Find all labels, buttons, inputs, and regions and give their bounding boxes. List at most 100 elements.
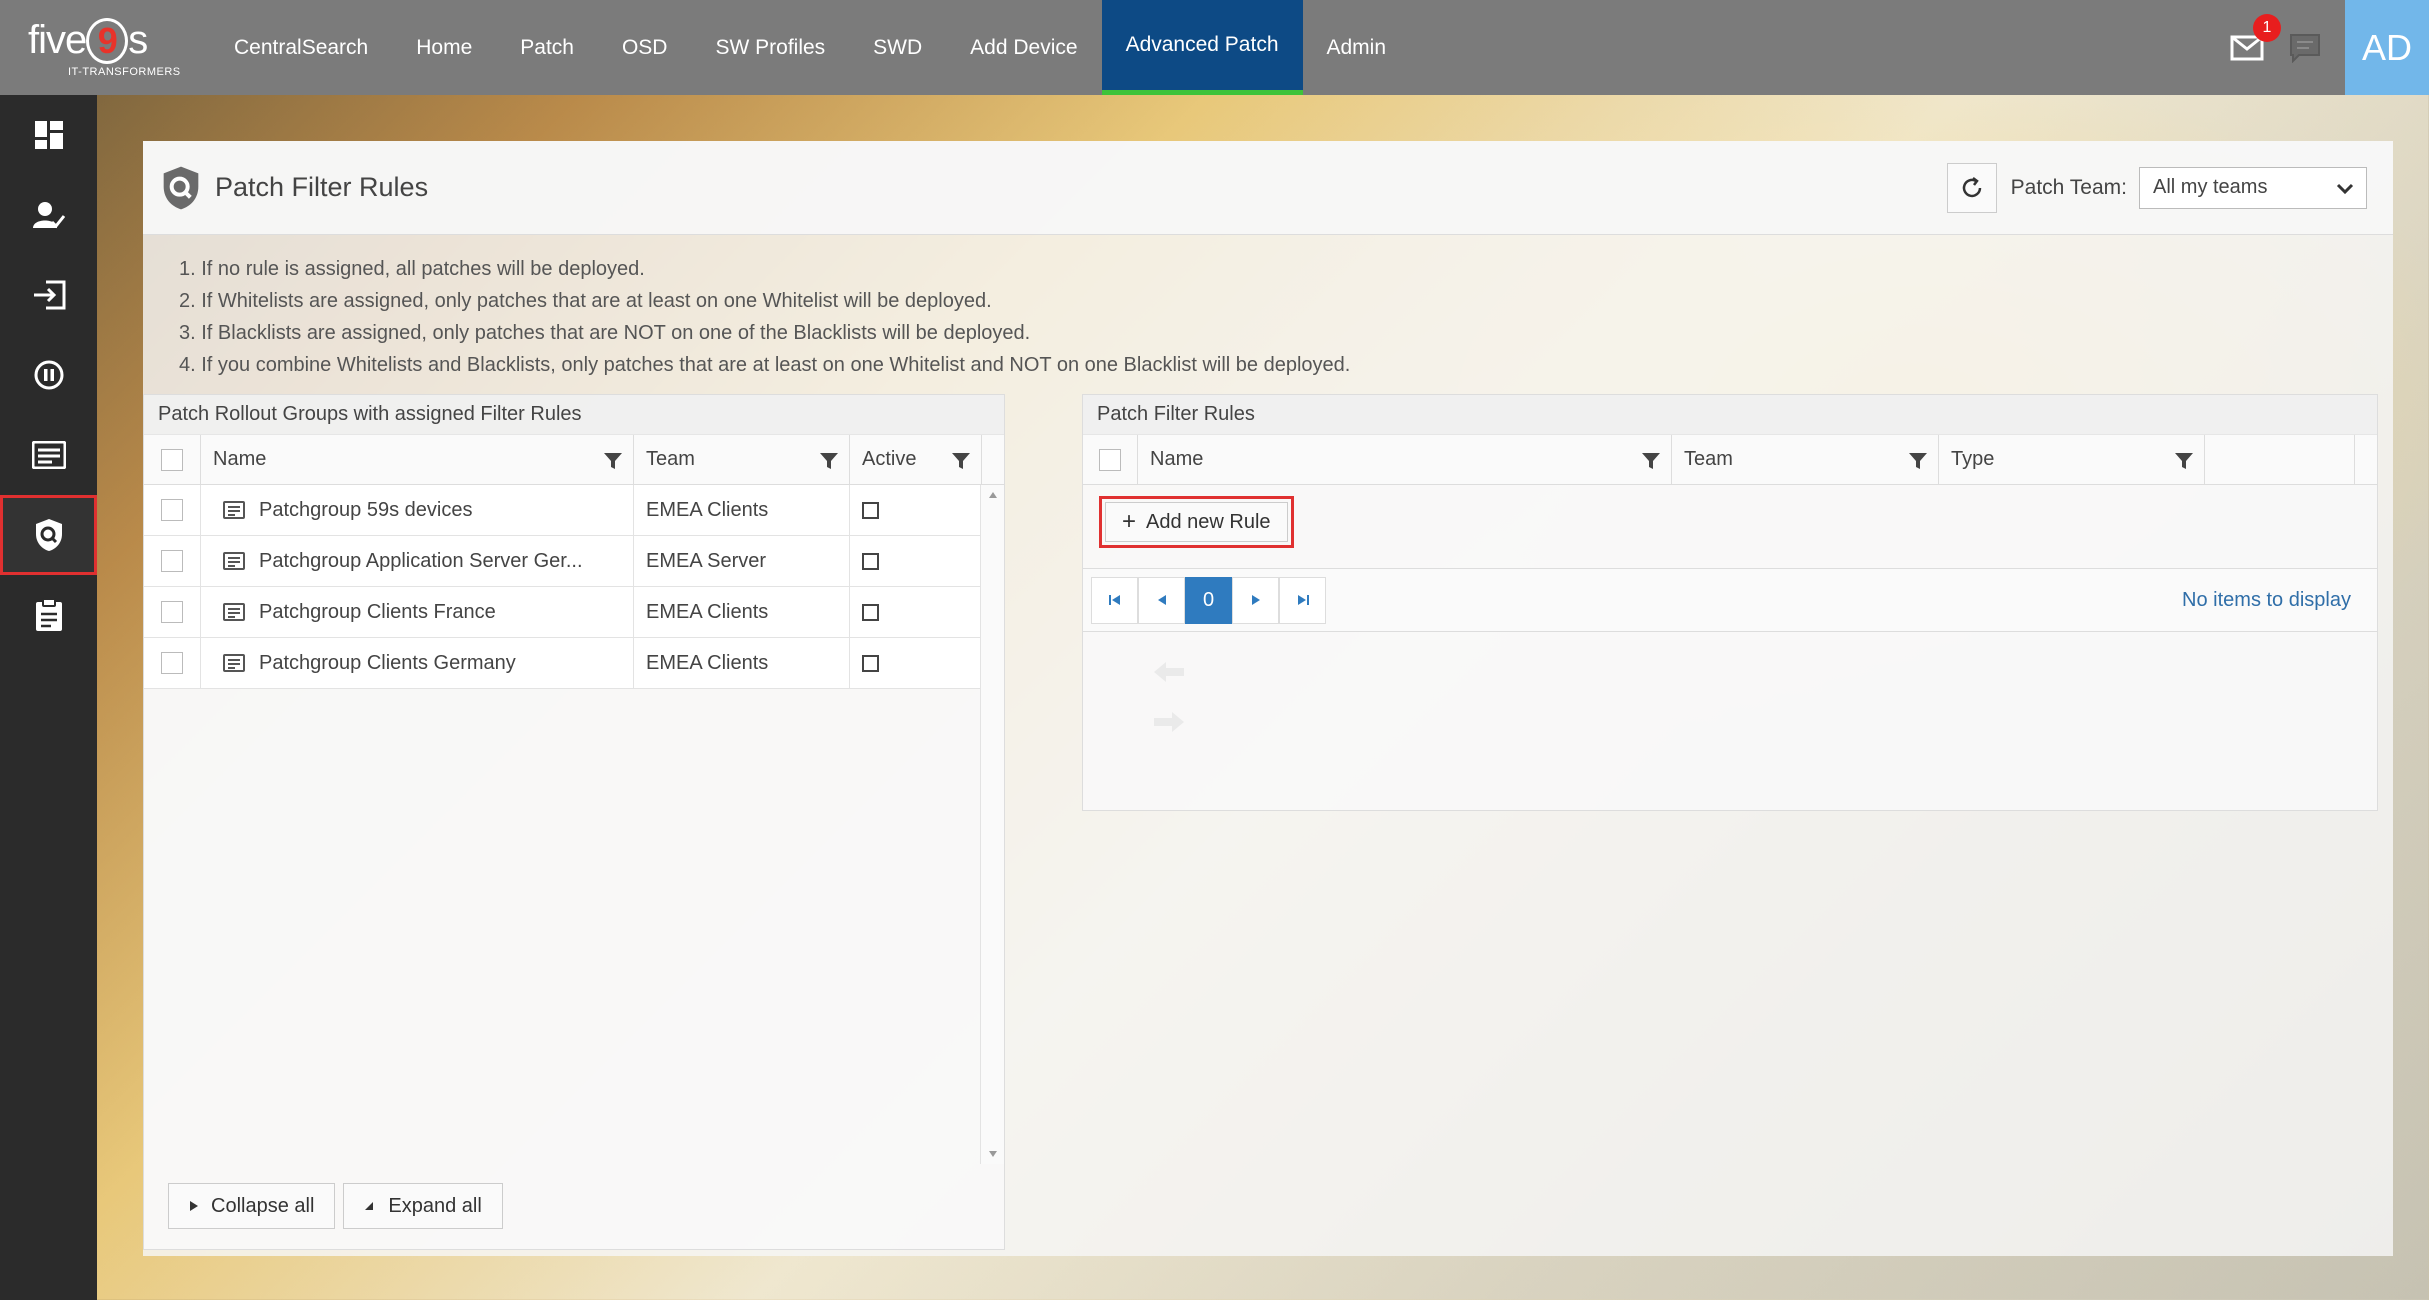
table-row[interactable]: Patchgroup Clients Germany EMEA Clients xyxy=(144,638,981,689)
grid-footer: Collapse all Expand all xyxy=(168,1183,503,1229)
row-checkbox[interactable] xyxy=(161,652,183,674)
patch-team-select[interactable]: All my teams xyxy=(2139,166,2367,209)
previous-page-button[interactable] xyxy=(1138,576,1185,624)
active-checkbox[interactable] xyxy=(862,654,879,672)
column-header-active[interactable]: Active xyxy=(850,435,982,484)
list-icon xyxy=(223,552,245,570)
sidebar-item-dashboard[interactable] xyxy=(0,95,97,175)
row-checkbox[interactable] xyxy=(161,550,183,572)
row-team-cell: EMEA Server xyxy=(634,536,850,586)
nav-item-add-device[interactable]: Add Device xyxy=(946,0,1101,95)
logo[interactable]: five 9 s IT-TRANSFORMERS xyxy=(0,0,200,95)
nav-item-centralsearch[interactable]: CentralSearch xyxy=(210,0,392,95)
logo-wordmark: five 9 s xyxy=(28,17,148,64)
sidebar-item-login[interactable] xyxy=(0,255,97,335)
rollout-groups-grid: Patch Rollout Groups with assigned Filte… xyxy=(143,394,1005,1250)
active-checkbox[interactable] xyxy=(862,552,879,570)
main-panel: Patch Filter Rules Patch Team: All my te… xyxy=(143,141,2393,1256)
clipboard-icon xyxy=(35,598,62,631)
nav-item-advanced-patch[interactable]: Advanced Patch xyxy=(1101,0,1303,95)
current-page[interactable]: 0 xyxy=(1185,576,1232,624)
select-all-checkbox[interactable] xyxy=(161,448,183,471)
nav-item-home[interactable]: Home xyxy=(392,0,496,95)
scroll-down-icon[interactable] xyxy=(988,1150,998,1158)
dashboard-icon xyxy=(34,121,63,149)
page-title: Patch Filter Rules xyxy=(215,172,429,202)
row-team-cell: EMEA Clients xyxy=(634,587,850,637)
caret-right-icon xyxy=(190,1201,198,1211)
mail-button[interactable]: 1 xyxy=(2227,13,2281,68)
shield-search-icon xyxy=(163,166,199,209)
row-active-cell xyxy=(850,587,981,637)
row-checkbox[interactable] xyxy=(161,601,183,623)
patch-filter-rules-grid: Patch Filter Rules Name Team Type + Add … xyxy=(1082,394,2378,811)
collapse-all-button[interactable]: Collapse all xyxy=(168,1183,336,1229)
header-tools: Patch Team: All my teams xyxy=(1946,162,2367,213)
column-header-name[interactable]: Name xyxy=(1138,435,1672,484)
column-header-team[interactable]: Team xyxy=(634,435,850,484)
list-icon xyxy=(223,654,245,672)
first-page-icon xyxy=(1108,595,1120,605)
column-header-actions xyxy=(2205,435,2355,484)
nav-item-sw-profiles[interactable]: SW Profiles xyxy=(691,0,849,95)
filter-icon[interactable] xyxy=(951,451,971,471)
filter-icon[interactable] xyxy=(603,451,623,471)
row-name-cell: Patchgroup 59s devices xyxy=(201,485,634,535)
select-all-cell xyxy=(144,435,201,484)
list-icon xyxy=(223,501,245,519)
column-header-name[interactable]: Name xyxy=(201,435,634,484)
grid-title: Patch Filter Rules xyxy=(1083,395,2377,435)
first-page-button[interactable] xyxy=(1091,576,1138,624)
table-row[interactable]: Patchgroup 59s devices EMEA Clients xyxy=(144,485,981,536)
column-header-type[interactable]: Type xyxy=(1939,435,2205,484)
filter-icon[interactable] xyxy=(1641,451,1661,471)
select-all-checkbox[interactable] xyxy=(1099,448,1121,471)
last-page-button[interactable] xyxy=(1279,576,1326,624)
main-nav: CentralSearch Home Patch OSD SW Profiles… xyxy=(210,0,1410,95)
active-checkbox[interactable] xyxy=(862,603,879,621)
nav-item-swd[interactable]: SWD xyxy=(849,0,946,95)
user-avatar[interactable]: AD xyxy=(2345,0,2429,95)
select-all-cell xyxy=(1083,435,1138,484)
chat-button[interactable] xyxy=(2285,28,2325,68)
refresh-button[interactable] xyxy=(1946,162,1997,213)
chevron-down-icon xyxy=(2336,183,2354,194)
next-page-button[interactable] xyxy=(1232,576,1279,624)
row-select-cell xyxy=(144,536,201,586)
filter-icon[interactable] xyxy=(1908,451,1928,471)
column-header-team[interactable]: Team xyxy=(1672,435,1939,484)
row-active-cell xyxy=(850,485,981,535)
refresh-icon xyxy=(1962,176,1981,197)
vertical-scrollbar[interactable] xyxy=(980,485,1004,1164)
row-select-cell xyxy=(144,485,201,535)
sidebar xyxy=(0,95,97,1300)
patch-team-label: Patch Team: xyxy=(2010,175,2127,199)
sidebar-item-list[interactable] xyxy=(0,415,97,495)
scroll-up-icon[interactable] xyxy=(988,491,998,499)
nav-item-admin[interactable]: Admin xyxy=(1303,0,1411,95)
filter-icon[interactable] xyxy=(2174,451,2194,471)
active-checkbox[interactable] xyxy=(862,501,879,519)
nav-item-osd[interactable]: OSD xyxy=(598,0,692,95)
sidebar-item-user-check[interactable] xyxy=(0,175,97,255)
sidebar-item-patch-filter-rules[interactable] xyxy=(0,495,97,575)
row-name-cell: Patchgroup Application Server Ger... xyxy=(201,536,634,586)
logo-tagline: IT-TRANSFORMERS xyxy=(68,65,181,78)
add-new-rule-button[interactable]: + Add new Rule xyxy=(1105,502,1288,542)
sidebar-item-clipboard[interactable] xyxy=(0,575,97,655)
table-row[interactable]: Patchgroup Clients France EMEA Clients xyxy=(144,587,981,638)
row-select-cell xyxy=(144,587,201,637)
shield-search-icon xyxy=(35,519,62,551)
sidebar-item-pause[interactable] xyxy=(0,335,97,415)
rule-line: 3. If Blacklists are assigned, only patc… xyxy=(179,322,1031,344)
grid-header: Name Team Type xyxy=(1083,435,2377,485)
rule-line: 1. If no rule is assigned, all patches w… xyxy=(179,258,645,280)
row-checkbox[interactable] xyxy=(161,499,183,521)
add-rule-highlight: + Add new Rule xyxy=(1099,496,1294,548)
table-row[interactable]: Patchgroup Application Server Ger... EME… xyxy=(144,536,981,587)
caret-left-icon xyxy=(1157,595,1166,605)
filter-icon[interactable] xyxy=(819,451,839,471)
row-name-cell: Patchgroup Clients France xyxy=(201,587,634,637)
expand-all-button[interactable]: Expand all xyxy=(343,1183,503,1229)
nav-item-patch[interactable]: Patch xyxy=(496,0,598,95)
